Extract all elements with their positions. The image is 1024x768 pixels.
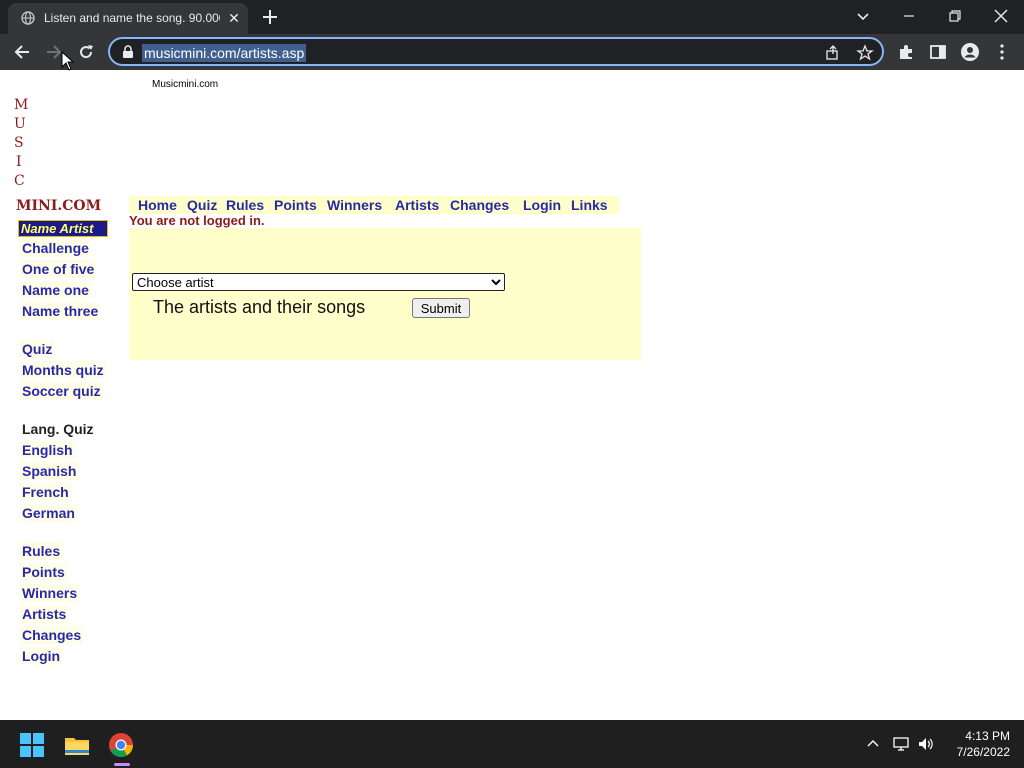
extensions-puzzle-icon[interactable] (896, 42, 916, 62)
mouse-cursor-icon (61, 51, 75, 71)
sidebar-heading-lang-quiz: Lang. Quiz (22, 421, 94, 437)
clock-time[interactable]: 4:13 PM (950, 729, 1010, 743)
windows-start-icon[interactable] (19, 732, 45, 758)
sidebar-item-spanish[interactable]: Spanish (20, 462, 79, 480)
logo-letter: C (14, 173, 25, 189)
tab-title: Listen and name the song. 90.000 (44, 11, 220, 25)
logo-letter: M (14, 97, 29, 113)
web-page: Musicmini.com M U S I C MINI.COM Name Ar… (0, 51, 1024, 720)
nav-rules[interactable]: Rules (226, 197, 264, 213)
sidebar-item-artists[interactable]: Artists (20, 605, 69, 623)
restore-icon[interactable] (944, 5, 966, 27)
sidebar-item-one-of-five[interactable]: One of five (20, 260, 97, 278)
nav-quiz[interactable]: Quiz (187, 197, 217, 213)
sidebar-item-rules[interactable]: Rules (20, 542, 63, 560)
panel-heading: The artists and their songs (153, 297, 366, 317)
sidebar-item-name-artist[interactable]: Name Artist (18, 220, 108, 237)
logo-text: MINI.COM (16, 198, 102, 214)
address-bar[interactable]: musicmini.com/artists.asp (108, 37, 884, 66)
top-navigation: Home Quiz Rules Points Winners Artists C… (129, 196, 619, 214)
sidebar-item-name-one[interactable]: Name one (20, 281, 91, 299)
logo-letter: S (14, 135, 24, 151)
chrome-icon[interactable] (108, 732, 134, 758)
sidebar-item-challenge[interactable]: Challenge (20, 239, 91, 257)
profile-icon[interactable] (960, 42, 980, 62)
file-explorer-icon[interactable] (64, 732, 90, 758)
sidebar-item-points[interactable]: Points (20, 563, 67, 581)
browser-toolbar: musicmini.com/artists.asp (0, 34, 1024, 70)
globe-icon (21, 11, 35, 25)
submit-button[interactable]: Submit (412, 298, 470, 318)
active-app-indicator (114, 763, 130, 766)
browser-tab[interactable]: Listen and name the song. 90.000 ✕ (8, 3, 248, 34)
volume-icon[interactable] (917, 735, 935, 753)
new-tab-icon[interactable] (260, 7, 280, 27)
artist-panel: Choose artist The artists and their song… (129, 228, 641, 360)
login-status-text: You are not logged in. (129, 213, 265, 228)
show-hidden-icons-chevron-icon[interactable] (864, 735, 882, 753)
sidebar-item-quiz[interactable]: Quiz (20, 340, 55, 358)
bookmark-star-icon[interactable] (856, 44, 874, 62)
sidebar-item-english[interactable]: English (20, 441, 75, 459)
sidebar-item-name-three[interactable]: Name three (20, 302, 101, 320)
artist-select[interactable]: Choose artist (132, 273, 505, 291)
nav-login[interactable]: Login (523, 197, 561, 213)
nav-winners[interactable]: Winners (327, 197, 382, 213)
lock-icon (123, 45, 133, 58)
back-arrow-icon[interactable] (12, 42, 32, 62)
menu-kebab-icon[interactable] (992, 42, 1012, 62)
reload-icon[interactable] (76, 42, 96, 62)
minimize-icon[interactable] (898, 5, 920, 27)
close-window-icon[interactable] (990, 5, 1012, 27)
sidebar-item-login[interactable]: Login (20, 647, 63, 665)
sidebar-item-changes[interactable]: Changes (20, 626, 84, 644)
tab-search-chevron-icon[interactable] (852, 5, 874, 27)
network-icon[interactable] (892, 735, 910, 753)
sidebar-item-german[interactable]: German (20, 504, 77, 522)
clock-date[interactable]: 7/26/2022 (940, 745, 1010, 759)
windows-taskbar: 4:13 PM 7/26/2022 (0, 720, 1024, 768)
nav-artists[interactable]: Artists (395, 197, 439, 213)
logo-letter: I (16, 154, 22, 170)
nav-changes[interactable]: Changes (450, 197, 509, 213)
nav-points[interactable]: Points (274, 197, 317, 213)
sidebar-item-soccer-quiz[interactable]: Soccer quiz (20, 382, 103, 400)
side-panel-icon[interactable] (928, 42, 948, 62)
nav-home[interactable]: Home (138, 197, 177, 213)
browser-tab-bar: Listen and name the song. 90.000 ✕ (0, 0, 1024, 34)
tab-close-icon[interactable]: ✕ (226, 10, 242, 26)
logo-letter: U (14, 116, 26, 132)
url-text[interactable]: musicmini.com/artists.asp (142, 44, 307, 62)
sidebar-item-french[interactable]: French (20, 483, 71, 501)
share-icon[interactable] (824, 44, 842, 62)
site-label: Musicmini.com (152, 79, 219, 90)
sidebar-item-winners[interactable]: Winners (20, 584, 80, 602)
nav-links[interactable]: Links (571, 197, 608, 213)
sidebar-item-months-quiz[interactable]: Months quiz (20, 361, 106, 379)
